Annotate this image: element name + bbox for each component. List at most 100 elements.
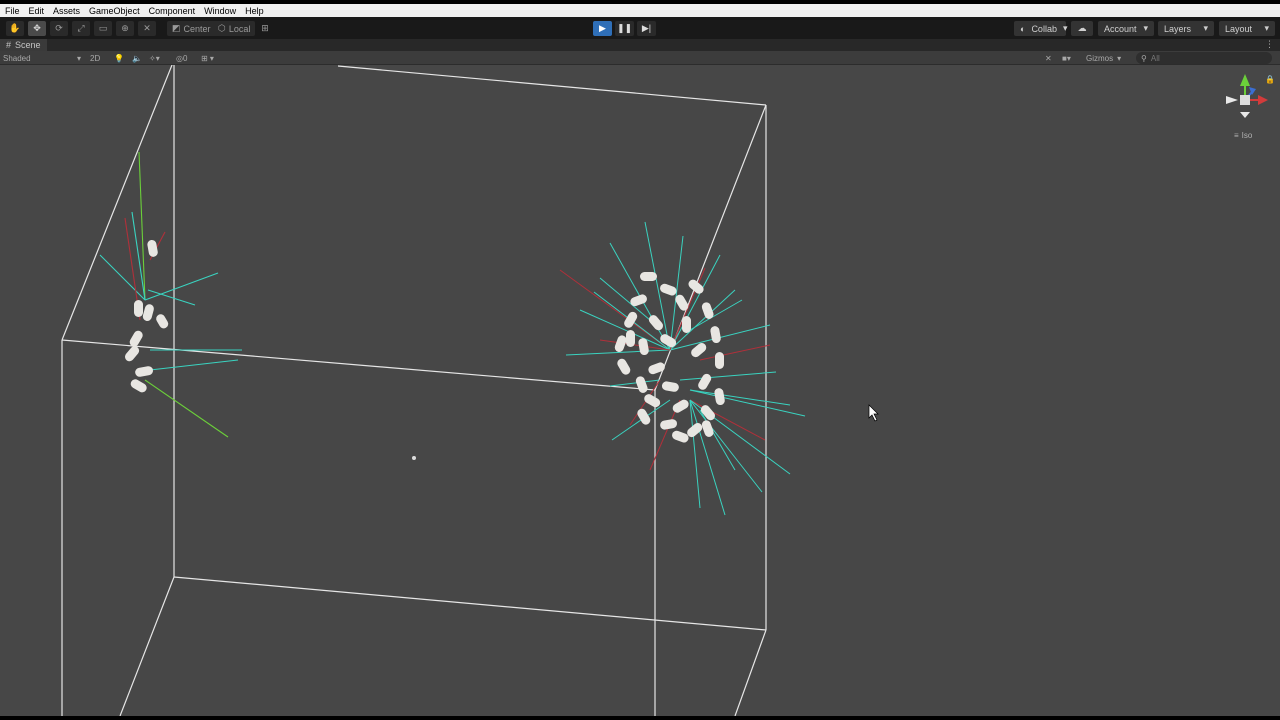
gizmo-negx-cone	[1226, 96, 1238, 104]
lock-icon[interactable]: 🔒	[1265, 75, 1275, 84]
menu-file[interactable]: File	[5, 6, 20, 16]
agent-capsule	[640, 272, 657, 281]
scene-tab-label: Scene	[15, 40, 41, 50]
agent-capsule	[637, 408, 651, 425]
tools-button[interactable]: ✕	[1045, 52, 1052, 64]
menu-bar: File Edit Assets GameObject Component Wi…	[0, 4, 1280, 17]
move-tool-button[interactable]: ✥	[28, 21, 46, 36]
grid-dropdown[interactable]: ⊞ ▾	[201, 52, 214, 64]
window-tab-bar: # Scene ⋮	[0, 39, 1280, 51]
cloud-button[interactable]: ☁	[1071, 21, 1093, 36]
gizmos-label: Gizmos	[1086, 53, 1114, 63]
agent-capsule	[661, 381, 679, 392]
hidden-count: 0	[182, 53, 188, 63]
menu-lines-icon: ≡	[1234, 131, 1239, 140]
account-label: Account	[1104, 23, 1137, 34]
layout-label: Layout	[1225, 23, 1253, 34]
collab-label: Collab	[1031, 23, 1057, 34]
box-edge	[173, 576, 767, 631]
menu-edit[interactable]: Edit	[29, 6, 45, 16]
tab-scene[interactable]: # Scene	[0, 39, 47, 51]
menu-assets[interactable]: Assets	[53, 6, 80, 16]
unity-editor-window: File Edit Assets GameObject Component Wi…	[0, 0, 1280, 716]
effects-icon: ✧▾	[149, 53, 160, 63]
collab-icon: ◐	[1020, 23, 1026, 34]
rotate-tool-button[interactable]: ⟳	[50, 21, 68, 36]
collab-dropdown[interactable]: ◐ Collab ▾	[1014, 21, 1067, 36]
layout-dropdown[interactable]: Layout ▾	[1219, 21, 1275, 36]
audio-toggle[interactable]: 🔈	[132, 52, 142, 64]
lighting-toggle[interactable]: 💡	[114, 52, 124, 64]
hand-tool-button[interactable]: ✋	[6, 21, 24, 36]
pivot-toggle[interactable]: ◩ Center	[167, 21, 216, 36]
scene-toolbar: Shaded ▾ 2D 💡 🔈 ✧▾ ◎ 0 ⊞ ▾ ✕ ■▾ Gizmos ▾…	[0, 51, 1280, 65]
scene-viewport[interactable]: ≡ Iso 🔒	[0, 65, 1280, 716]
menu-help[interactable]: Help	[245, 6, 264, 16]
effects-dropdown[interactable]: ✧▾	[149, 52, 160, 64]
grid-snap-button[interactable]: ⊞	[256, 21, 274, 36]
box-edge	[119, 576, 175, 716]
agent-capsule	[124, 346, 140, 362]
agent-capsule	[134, 300, 143, 317]
space-toggle[interactable]: ⬡ Local	[213, 21, 256, 36]
camera-icon: ■▾	[1062, 53, 1071, 63]
layers-dropdown[interactable]: Layers ▾	[1158, 21, 1214, 36]
agent-capsule	[142, 304, 154, 321]
scale-tool-button[interactable]: ⤢	[72, 21, 90, 36]
agent-capsule	[698, 373, 712, 390]
gizmo-x-cone	[1258, 95, 1268, 105]
search-icon: ⚲	[1141, 53, 1147, 63]
pause-button[interactable]: ❚❚	[615, 21, 634, 36]
move-tool-icon: ✥	[33, 23, 41, 33]
transform-tool-button[interactable]: ⊕	[116, 21, 134, 36]
agent-capsule	[672, 399, 689, 413]
agent-capsule	[648, 362, 665, 375]
tab-menu-icon[interactable]: ⋮	[1265, 39, 1274, 50]
grid-icon: ⊞ ▾	[201, 53, 214, 63]
orientation-gizmo[interactable]	[1226, 74, 1268, 118]
step-button[interactable]: ▶|	[637, 21, 656, 36]
agent-capsule	[691, 342, 707, 358]
wrench-icon: ✕	[1045, 53, 1052, 63]
camera-dropdown[interactable]: ■▾	[1062, 52, 1071, 64]
eye-icon: ◎	[176, 53, 183, 63]
draw-mode-label: Shaded	[3, 53, 31, 63]
scene-visibility-toggle[interactable]: ◎ 0	[176, 52, 187, 64]
search-placeholder: All	[1150, 53, 1160, 63]
rect-tool-button[interactable]: ▭	[94, 21, 112, 36]
agent-capsule	[648, 315, 664, 331]
box-edge	[61, 65, 173, 341]
projection-label: Iso	[1241, 131, 1253, 140]
agent-capsule	[135, 366, 154, 377]
gizmos-dropdown[interactable]: Gizmos ▾	[1086, 52, 1121, 64]
transform-tool-icon: ⊕	[121, 23, 129, 33]
2d-toggle[interactable]: 2D	[90, 52, 100, 64]
menu-window[interactable]: Window	[204, 6, 236, 16]
agent-capsule	[714, 388, 725, 406]
left-agent-rays	[99, 151, 242, 438]
account-dropdown[interactable]: Account ▾	[1098, 21, 1154, 36]
agent-capsule	[660, 419, 678, 430]
play-button[interactable]: ▶	[593, 21, 612, 36]
agent-capsule	[147, 239, 158, 257]
space-label: Local	[228, 23, 251, 34]
agent-capsule	[715, 352, 724, 369]
menu-component[interactable]: Component	[149, 6, 196, 16]
projection-toggle[interactable]: ≡ Iso	[1234, 131, 1252, 140]
grid-snap-icon: ⊞	[261, 23, 269, 33]
rotate-tool-icon: ⟳	[55, 23, 63, 33]
speaker-icon: 🔈	[132, 53, 142, 63]
draw-mode-dropdown[interactable]: Shaded ▾	[3, 52, 81, 64]
hierarchy-search[interactable]: ⚲ All	[1136, 52, 1272, 64]
custom-tool-button[interactable]: ✕	[138, 21, 156, 36]
box-edge	[734, 629, 767, 716]
menu-gameobject[interactable]: GameObject	[89, 6, 140, 16]
scene-render	[61, 65, 1268, 716]
chevron-down-icon: ▾	[1264, 23, 1269, 33]
box-edge	[61, 339, 656, 391]
gizmo-negy-cone	[1240, 112, 1250, 118]
scene-origin-marker	[412, 456, 416, 460]
layers-label: Layers	[1164, 23, 1192, 34]
agent-capsule	[660, 283, 677, 296]
box-edge	[337, 65, 767, 106]
